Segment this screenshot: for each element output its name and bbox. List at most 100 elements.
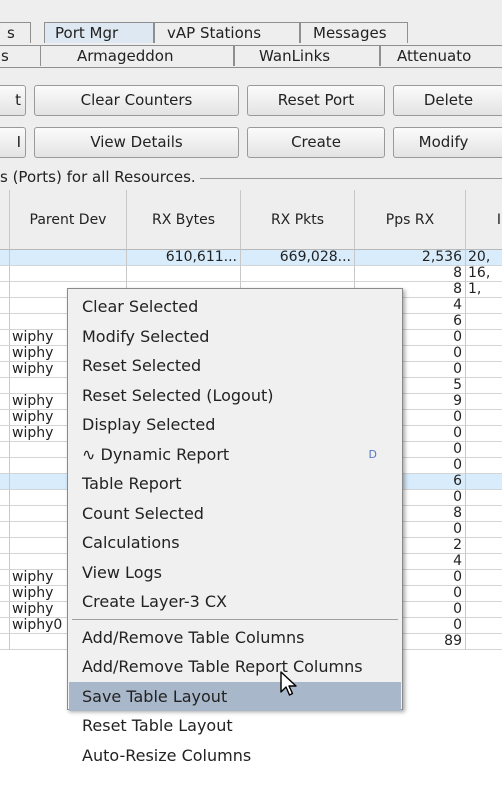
menu-item-label: Create Layer-3 CX [82, 592, 228, 611]
cell-blank [0, 442, 10, 458]
menu-item-count-selected[interactable]: Count Selected [69, 499, 401, 528]
tab-partial-left[interactable]: s [0, 22, 31, 43]
tab-partial-left-2[interactable]: s [0, 45, 42, 66]
header-label: I [496, 212, 501, 228]
clear-counters-button[interactable]: Clear Counters [34, 85, 239, 116]
menu-item-table-report[interactable]: Table Report [69, 469, 401, 498]
menu-item-label: Reset Selected (Logout) [82, 385, 274, 405]
cell-partial: 20, [466, 250, 502, 266]
tab-armageddon[interactable]: Armageddon [40, 45, 234, 66]
cell-blank [0, 298, 10, 314]
menu-item-view-logs[interactable]: View Logs [69, 558, 401, 587]
cell-blank [0, 570, 10, 586]
tab-messages[interactable]: Messages [300, 22, 408, 43]
cell-partial [466, 522, 502, 538]
cell-blank [0, 394, 10, 410]
column-header-blank[interactable] [0, 190, 10, 250]
tab-label: Attenuato [397, 47, 472, 65]
column-header-partial[interactable]: I [466, 190, 502, 250]
menu-shortcut: D [368, 447, 377, 461]
menu-item-add-remove-table-report-columns[interactable]: Add/Remove Table Report Columns [69, 652, 401, 681]
cell-blank [0, 458, 10, 474]
cell-blank [0, 490, 10, 506]
cell-parent-dev [10, 250, 127, 266]
cell-blank [0, 522, 10, 538]
menu-item-calculations[interactable]: Calculations [69, 528, 401, 557]
tab-wanlinks[interactable]: WanLinks [234, 45, 380, 66]
menu-item-reset-table-layout[interactable]: Reset Table Layout [69, 711, 401, 740]
column-header-pps-rx[interactable]: Pps RX [355, 190, 466, 250]
menu-item-modify-selected[interactable]: Modify Selected [69, 322, 401, 351]
button-label: Clear Counters [80, 91, 193, 109]
cell-partial [466, 490, 502, 506]
cell-partial [466, 634, 502, 650]
header-label: RX Pkts [270, 212, 325, 228]
cell-partial [466, 362, 502, 378]
cell-partial [466, 346, 502, 362]
cell-blank [0, 378, 10, 394]
menu-item-dynamic-report[interactable]: ∿ Dynamic Report D [69, 440, 401, 469]
cell-blank [0, 634, 10, 650]
button-label: View Details [90, 133, 183, 151]
menu-item-display-selected[interactable]: Display Selected [69, 410, 401, 439]
cell-pps-rx: 8 [355, 266, 466, 282]
partial-left-button-1[interactable]: t [0, 85, 26, 116]
reset-port-button[interactable]: Reset Port [247, 85, 385, 116]
column-header-parent-dev[interactable]: Parent Dev [10, 190, 127, 250]
cell-partial [466, 474, 502, 490]
view-details-button[interactable]: View Details [34, 127, 239, 158]
tab-port-mgr[interactable]: Port Mgr [44, 22, 154, 43]
cell-partial: 1, [466, 282, 502, 298]
cell-blank [0, 346, 10, 362]
cell-rx-pkts: 669,028... [241, 250, 355, 266]
menu-item-label: Count Selected [82, 503, 204, 523]
cell-partial [466, 570, 502, 586]
cell-blank [0, 362, 10, 378]
menu-item-add-remove-table-columns[interactable]: Add/Remove Table Columns [69, 623, 401, 652]
mouse-cursor-icon [280, 671, 297, 696]
menu-item-label: Reset Selected [82, 356, 202, 375]
cell-blank [0, 282, 10, 298]
button-label: Create [291, 133, 341, 151]
menu-item-save-table-layout[interactable]: Save Table Layout [69, 681, 401, 711]
tab-row-2: s Armageddon WanLinks Attenuato [0, 45, 502, 67]
cell-partial [466, 442, 502, 458]
menu-item-create-layer-3-cx[interactable]: Create Layer-3 CX [69, 587, 401, 616]
table-row[interactable]: 610,611... 669,028... 2,536 20, [0, 250, 502, 266]
menu-item-label: Table Report [82, 474, 182, 493]
table-row[interactable]: 8 16, [0, 266, 502, 282]
menu-item-reset-selected[interactable]: Reset Selected [69, 351, 401, 380]
menu-separator [72, 618, 398, 620]
cell-partial: 16, [466, 266, 502, 282]
menu-item-clear-selected[interactable]: Clear Selected [69, 292, 401, 321]
cell-rx-bytes [127, 266, 241, 282]
cell-partial [466, 298, 502, 314]
column-header-rx-pkts[interactable]: RX Pkts [241, 190, 355, 250]
tab-attenuators[interactable]: Attenuato [380, 45, 502, 66]
cell-partial [466, 586, 502, 602]
tab-vap-stations[interactable]: vAP Stations [154, 22, 300, 43]
cell-partial [466, 506, 502, 522]
create-button[interactable]: Create [247, 127, 385, 158]
cell-blank [0, 426, 10, 442]
tab-label: s [1, 47, 9, 65]
button-label: I [16, 133, 21, 151]
menu-item-label: Save Table Layout [82, 686, 228, 706]
menu-item-auto-resize-columns[interactable]: Auto-Resize Columns [69, 741, 401, 770]
delete-button[interactable]: Delete [393, 85, 502, 116]
menu-item-label: Modify Selected [82, 326, 210, 346]
cell-rx-bytes: 610,611... [127, 250, 241, 266]
cell-pps-rx: 2,536 [355, 250, 466, 266]
header-label: RX Bytes [151, 212, 216, 228]
button-label: Delete [423, 91, 474, 109]
partial-left-button-2[interactable]: I [0, 127, 26, 158]
tab-label: Port Mgr [55, 24, 119, 42]
cell-blank [0, 314, 10, 330]
cell-partial [466, 554, 502, 570]
cell-blank [0, 538, 10, 554]
cell-partial [466, 330, 502, 346]
column-header-rx-bytes[interactable]: RX Bytes [127, 190, 241, 250]
menu-item-reset-selected-logout[interactable]: Reset Selected (Logout) [69, 381, 401, 410]
cell-partial [466, 378, 502, 394]
modify-button[interactable]: Modify [393, 127, 502, 158]
